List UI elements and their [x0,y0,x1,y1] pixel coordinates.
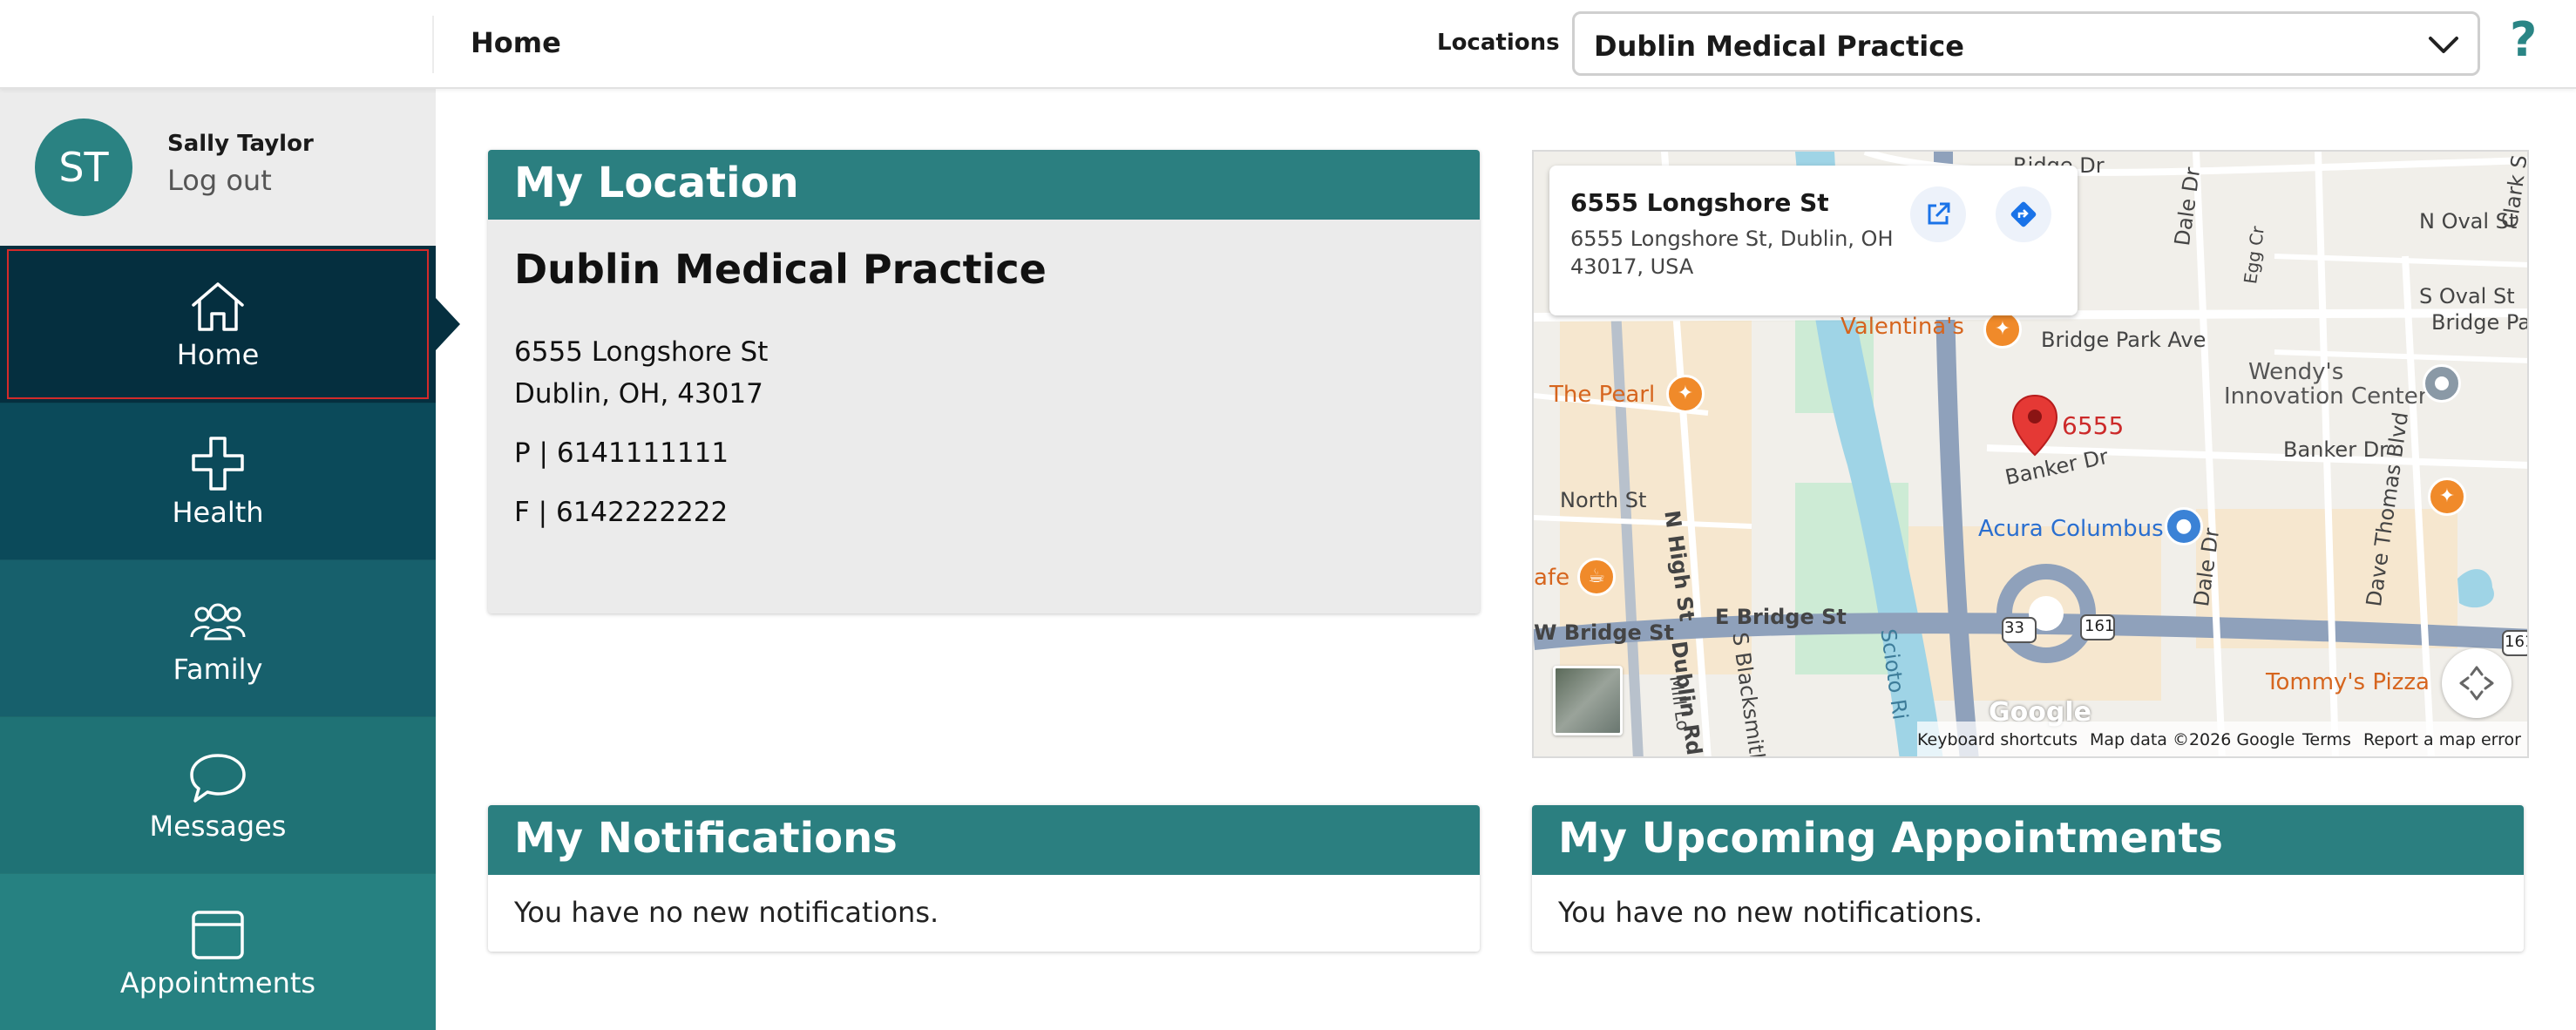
route-shield: 33 [2004,619,2024,637]
place-label: The Pearl [1549,382,1656,408]
home-icon [192,282,244,331]
report-map-error-link[interactable]: Report a map error [2363,730,2521,749]
help-icon[interactable]: ? [2510,12,2537,67]
card-header: My Notifications [488,805,1480,875]
location-map[interactable]: Bridge Park Ave Bridge Park Ridge Dr N O… [1532,150,2529,758]
sidebar-item-label: Messages [149,810,287,843]
sidebar-item-label: Family [173,653,263,686]
header-divider [432,16,434,73]
speech-bubble-icon [190,754,246,803]
address-line2: Dublin, OH, 43017 [514,378,763,410]
my-upcoming-appointments-card: My Upcoming Appointments You have no new… [1532,805,2524,952]
logout-link[interactable]: Log out [167,164,272,197]
sidebar-item-home[interactable]: Home [0,246,460,403]
external-link-icon [1928,202,1950,225]
place-label: afe [1534,565,1570,591]
satellite-toggle[interactable] [1553,666,1623,735]
restaurant-pin-icon[interactable]: ✦ [1983,310,2022,349]
cafe-pin-icon[interactable]: ☕ [1577,558,1616,596]
restaurant-pin-icon[interactable]: ✦ [2428,478,2466,516]
place-label: Valentina's [1840,314,1964,340]
user-profile: ST Sally Taylor Log out [0,89,436,246]
place-pin-icon[interactable] [2423,364,2461,403]
practice-name: Dublin Medical Practice [514,246,1047,293]
location-select-value: Dublin Medical Practice [1594,30,1964,63]
locations-label: Locations [1437,30,1560,56]
avatar: ST [35,119,132,216]
info-address: 6555 Longshore St, Dublin, OH 43017, USA [1570,227,1894,279]
sidebar-item-messages[interactable]: Messages [0,716,436,873]
move-arrows-icon [2459,666,2494,701]
marker-label: 6555 [2062,411,2125,440]
place-label: Tommy's Pizza [2266,669,2430,695]
sidebar: ST Sally Taylor Log out Home Health Fami… [0,89,460,1030]
street-label: Bridge Park [2431,310,2529,335]
my-notifications-card: My Notifications You have no new notific… [488,805,1480,952]
sidebar-item-health[interactable]: Health [0,403,436,559]
shopping-pin-icon[interactable]: ● [2165,507,2203,545]
street-label: Banker Dr [2283,437,2389,462]
chevron-down-icon [2429,37,2458,53]
restaurant-pin-icon[interactable]: ✦ [1666,375,1705,413]
plus-icon [192,437,244,491]
directions-button[interactable] [1996,186,2051,242]
card-header: My Upcoming Appointments [1532,805,2524,875]
card-header: My Location [488,150,1480,220]
map-footer: Keyboard shortcuts Map data ©2026 Google… [1917,722,2527,756]
street-label: W Bridge St [1534,620,1674,645]
route-shield: 161 [2085,617,2115,635]
card-body-text: You have no new notifications. [514,896,939,929]
place-label: Innovation Center [2224,383,2428,410]
sidebar-item-label: Health [172,496,264,529]
my-location-card: My Location Dublin Medical Practice 6555… [488,150,1480,613]
street-label: E Bridge St [1715,605,1847,629]
top-bar: Home Locations Dublin Medical Practice ? [0,0,2576,89]
map-info-window: 6555 Longshore St 6555 Longshore St, Dub… [1549,166,2078,315]
open-in-maps-button[interactable] [1910,186,1966,242]
people-icon [190,603,246,640]
terms-link[interactable]: Terms [2302,730,2351,749]
page-title: Home [471,26,561,59]
sidebar-item-label: Appointments [119,966,316,1000]
place-label: Wendy's [2248,359,2344,385]
sidebar-item-label: Home [176,338,260,371]
phone-number: P | 6141111111 [514,437,729,469]
card-body-text: You have no new notifications. [1558,896,1983,929]
street-label: North St [1560,488,1647,512]
map-camera-control[interactable] [2442,648,2512,718]
directions-icon [2010,201,2037,227]
calendar-icon [192,911,244,959]
fax-number: F | 6142222222 [514,497,729,528]
location-marker-icon[interactable] [2011,394,2058,457]
address-line1: 6555 Longshore St [514,336,769,368]
info-title: 6555 Longshore St [1570,188,1829,217]
active-pointer [436,298,460,350]
map-data-label: Map data ©2026 Google [2090,730,2295,749]
sidebar-item-appointments[interactable]: Appointments [0,873,436,1030]
street-label: S Oval St [2419,284,2515,308]
keyboard-shortcuts-link[interactable]: Keyboard shortcuts [1917,730,2078,749]
user-name: Sally Taylor [167,131,314,157]
street-label: Bridge Park Ave [2041,328,2207,352]
sidebar-item-family[interactable]: Family [0,559,436,716]
route-shield: 161 [2505,633,2527,651]
location-select[interactable]: Dublin Medical Practice [1572,11,2480,76]
place-label: Acura Columbus [1978,516,2164,542]
